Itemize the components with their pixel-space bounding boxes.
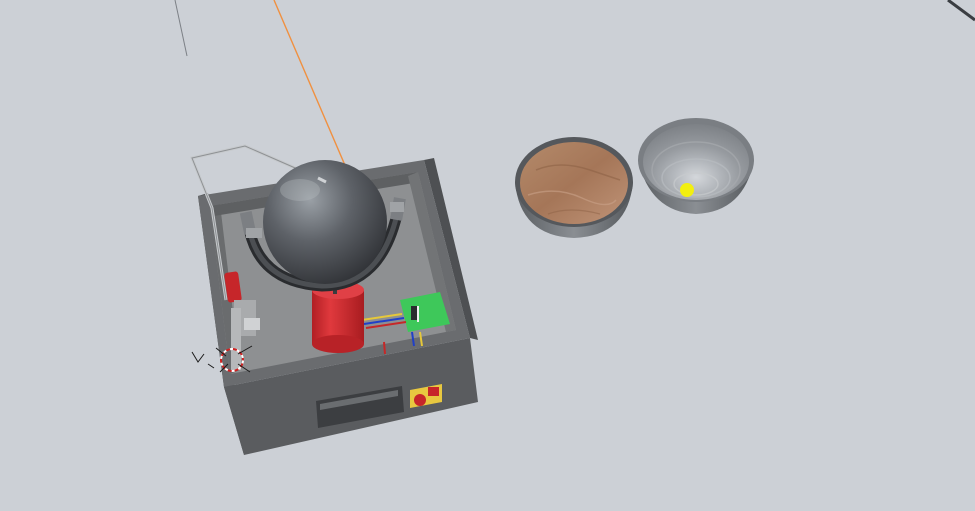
red-cylinder[interactable]	[312, 281, 364, 353]
3d-scene[interactable]	[0, 0, 975, 511]
grid-line	[174, 0, 188, 57]
empty-hemisphere[interactable]	[638, 118, 754, 214]
3d-viewport[interactable]	[0, 0, 975, 511]
hemisphere-with-soil[interactable]	[515, 137, 633, 238]
red-button-2[interactable]	[428, 387, 439, 396]
edge-line	[947, 0, 975, 22]
yellow-marker[interactable]	[680, 183, 694, 197]
red-button-1[interactable]	[414, 394, 426, 406]
steel-sphere[interactable]	[263, 160, 387, 284]
